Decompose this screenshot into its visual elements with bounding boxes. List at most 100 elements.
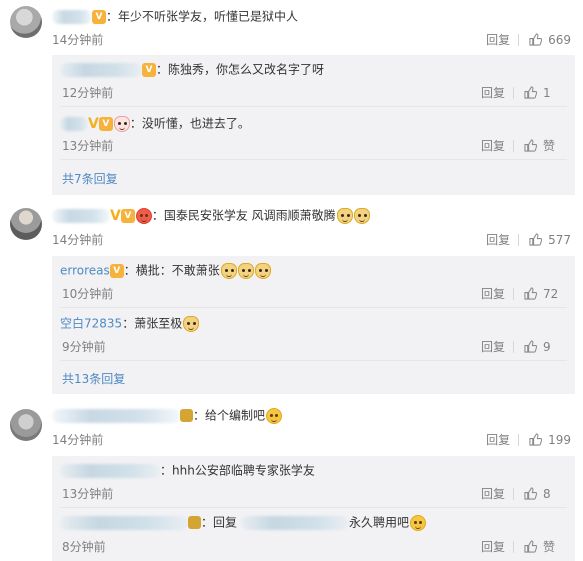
username-link[interactable]: 空白72835 [60, 317, 122, 331]
comment-body: V ：年少不听张学友，听懂已是狱中人 [52, 8, 298, 25]
reply-button[interactable]: 回复 [481, 285, 505, 302]
username-blurred[interactable] [60, 116, 88, 131]
thumbs-up-icon[interactable] [529, 233, 543, 246]
reply-button[interactable]: 回复 [481, 538, 505, 555]
reply-button[interactable]: 回复 [486, 231, 510, 248]
sub-reply-text: ：萧张至极 [122, 316, 183, 331]
trophy-badge-icon [180, 409, 193, 422]
comment-text: ：国泰民安张学友 风调雨顺萧敬腾 [151, 208, 336, 223]
sub-reply-actions: 回复 赞 [481, 538, 563, 555]
divider [513, 287, 514, 300]
like-count[interactable]: 577 [548, 233, 571, 247]
thumbs-up-icon[interactable] [524, 287, 537, 300]
comment-time: 14分钟前 [52, 433, 104, 447]
divider [513, 487, 514, 500]
sub-reply-actions: 回复 赞 [481, 137, 563, 154]
vip-badge-icon: V [92, 9, 106, 24]
sub-reply-time: 13分钟前 [62, 487, 114, 501]
thumbs-up-icon[interactable] [524, 86, 537, 99]
cat-emoji-icon [183, 315, 200, 332]
thumbs-up-icon[interactable] [524, 540, 537, 553]
reply-button[interactable]: 回复 [481, 485, 505, 502]
username-link[interactable]: erroreas [60, 264, 110, 278]
like-count[interactable]: 199 [548, 433, 571, 447]
sub-reply: ：回复 永久聘用吧 [60, 514, 427, 531]
thumbs-up-icon[interactable] [524, 487, 537, 500]
username-blurred[interactable] [52, 208, 110, 223]
divider [60, 106, 567, 107]
sub-reply-text: ：没听懂，也进去了。 [129, 116, 250, 131]
sub-reply: 空白72835：萧张至极 [60, 315, 200, 332]
comment-text: ：年少不听张学友，听懂已是狱中人 [106, 9, 299, 24]
sub-reply-time: 10分钟前 [62, 287, 114, 301]
sub-reply-actions: 回复 8 [481, 485, 563, 502]
divider [513, 86, 514, 99]
divider [60, 307, 567, 308]
comment-time: 14分钟前 [52, 33, 104, 47]
comment-time: 14分钟前 [52, 233, 104, 247]
sub-reply-text: ：横批：不敢萧张 [123, 263, 220, 278]
divider [513, 540, 514, 553]
cat-emoji-icon [237, 262, 254, 279]
reply-button[interactable]: 回复 [486, 31, 510, 48]
sub-reply-actions: 回复 1 [481, 84, 563, 101]
cat-emoji-icon [353, 207, 370, 224]
sub-reply-time: 8分钟前 [62, 540, 106, 554]
like-count[interactable]: 72 [543, 287, 563, 301]
divider [60, 360, 567, 361]
sub-reply-time: 9分钟前 [62, 340, 106, 354]
thumbs-up-icon[interactable] [524, 139, 537, 152]
divider [60, 507, 567, 508]
sub-reply-actions: 回复 72 [481, 285, 563, 302]
thumbs-up-icon[interactable] [529, 433, 543, 446]
vip-badge-icon: V [120, 208, 135, 223]
sub-reply-actions: 回复 9 [481, 338, 563, 355]
vip-badge-icon: V [109, 263, 124, 278]
sub-reply-time: 12分钟前 [62, 86, 114, 100]
divider [518, 233, 520, 246]
divider [513, 139, 514, 152]
username-blurred[interactable] [52, 9, 92, 24]
verified-v-icon: V [110, 207, 121, 224]
like-button-label[interactable]: 赞 [543, 538, 563, 555]
avatar[interactable] [10, 6, 42, 38]
reply-button[interactable]: 回复 [481, 137, 505, 154]
mentioned-user-blurred[interactable] [241, 515, 350, 530]
comment-text: ：给个编制吧 [193, 408, 266, 423]
weibo-logo-icon [135, 207, 152, 224]
cat-emoji-icon [220, 262, 237, 279]
username-blurred[interactable] [60, 515, 188, 530]
thumbs-up-icon[interactable] [529, 33, 543, 46]
reply-button[interactable]: 回复 [481, 338, 505, 355]
divider [513, 340, 514, 353]
thumbs-up-icon[interactable] [524, 340, 537, 353]
avatar[interactable] [10, 409, 42, 441]
smile-emoji-icon [410, 514, 427, 531]
sub-reply-text: ：陈独秀，你怎么又改名字了呀 [156, 62, 325, 77]
divider [518, 33, 520, 46]
sub-reply: V V ：没听懂，也进去了。 [60, 115, 250, 132]
comment-actions: 回复 199 [486, 431, 571, 448]
like-count[interactable]: 669 [548, 33, 571, 47]
like-count[interactable]: 9 [543, 340, 563, 354]
comment-actions: 回复 669 [486, 31, 571, 48]
divider [60, 159, 567, 160]
rabbit-emoji-icon [113, 115, 130, 132]
username-blurred[interactable] [60, 62, 142, 77]
view-more-replies-link[interactable]: 共13条回复 [62, 370, 125, 387]
reply-button[interactable]: 回复 [481, 84, 505, 101]
like-count[interactable]: 8 [543, 487, 563, 501]
avatar[interactable] [10, 208, 42, 240]
sub-reply: ：hhh公安部临聘专家张学友 [60, 462, 315, 479]
cat-emoji-icon [254, 262, 271, 279]
view-more-replies-link[interactable]: 共7条回复 [62, 170, 118, 187]
username-blurred[interactable] [60, 463, 160, 478]
reply-button[interactable]: 回复 [486, 431, 510, 448]
sub-reply-time: 13分钟前 [62, 139, 114, 153]
sub-reply: erroreas V ：横批：不敢萧张 [60, 262, 271, 279]
like-button-label[interactable]: 赞 [543, 137, 563, 154]
like-count[interactable]: 1 [543, 86, 563, 100]
cat-emoji-icon [336, 207, 353, 224]
username-blurred[interactable] [52, 408, 180, 423]
sub-replies-box: ：hhh公安部临聘专家张学友 13分钟前 回复 8 ：回复 永久聘用吧 8分钟前 … [52, 456, 575, 561]
